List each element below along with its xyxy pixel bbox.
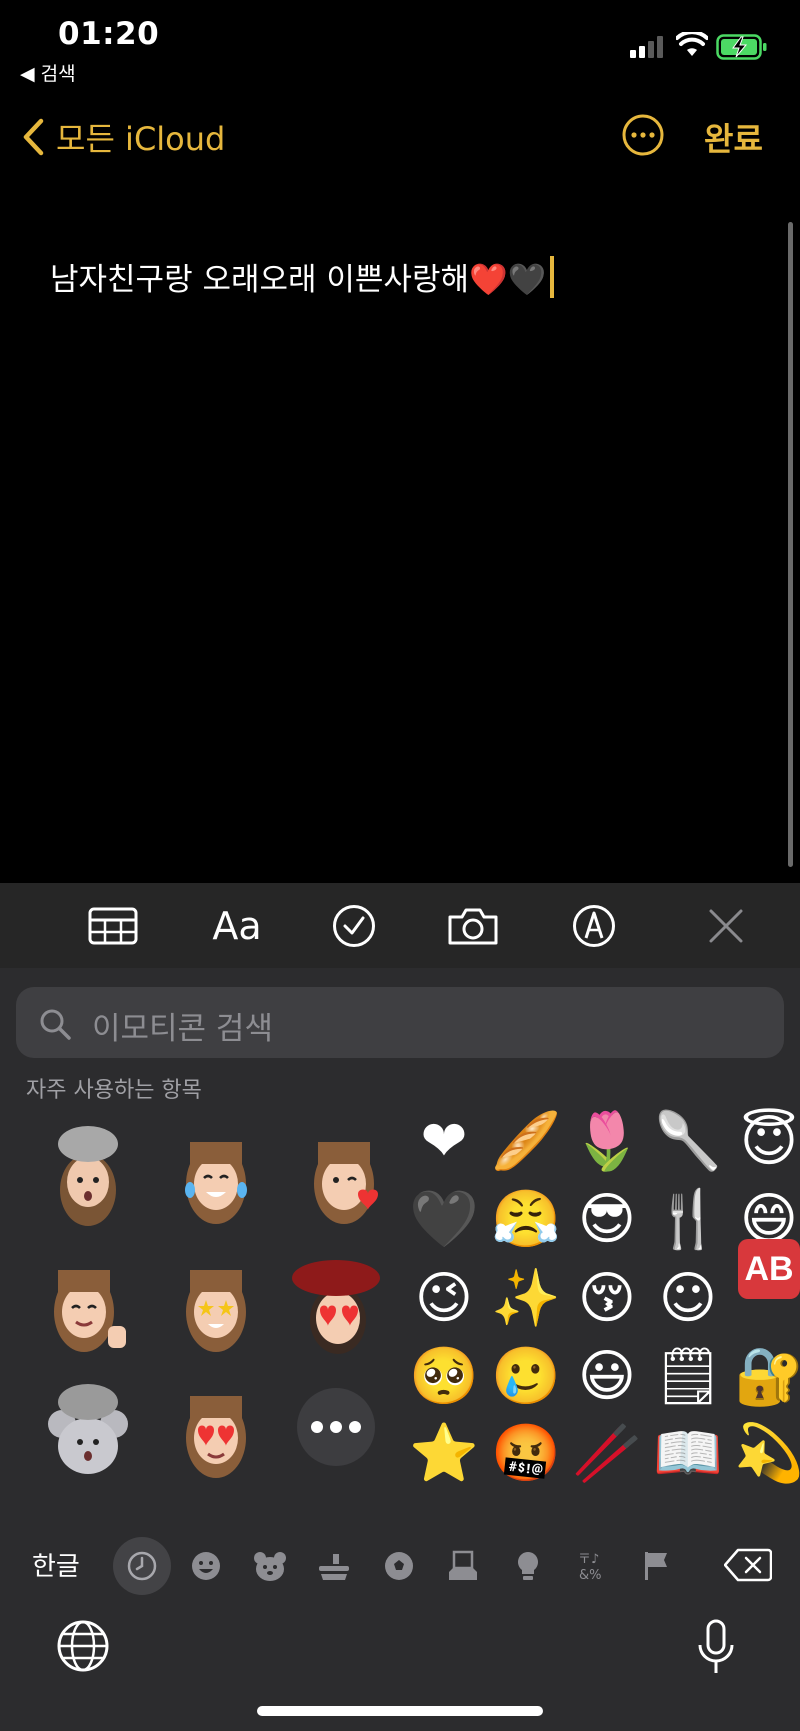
note-text: 남자친구랑 오래오래 이쁜사랑해❤️🖤 bbox=[50, 262, 547, 298]
emoji-open-book[interactable]: 📖 bbox=[651, 1422, 725, 1486]
camera-icon bbox=[448, 908, 498, 945]
done-button[interactable]: 완료 bbox=[704, 114, 763, 160]
memoji-tears-of-joy[interactable] bbox=[168, 1120, 264, 1230]
emoji-fork-knife[interactable]: 🍴 bbox=[651, 1188, 725, 1252]
emoji-spoon[interactable]: 🥄 bbox=[651, 1110, 725, 1174]
backspace-icon[interactable] bbox=[724, 1548, 772, 1582]
markup-button[interactable] bbox=[572, 905, 616, 947]
building-icon bbox=[449, 1550, 477, 1580]
microphone-icon[interactable] bbox=[696, 1619, 736, 1677]
bear-icon bbox=[254, 1552, 286, 1581]
emoji-smiling-tear[interactable]: 🥲 bbox=[489, 1345, 563, 1409]
battery-charging-icon bbox=[716, 34, 767, 60]
status-bar: 01:20 ◀ 검색 bbox=[0, 0, 800, 90]
smiley-icon bbox=[192, 1552, 220, 1580]
scrollbar[interactable] bbox=[788, 222, 793, 867]
category-recent[interactable] bbox=[113, 1537, 171, 1595]
memoji-wink-kiss[interactable] bbox=[296, 1120, 392, 1230]
emoji-category-bar: 한글 〒♪ &% bbox=[0, 1528, 800, 1598]
emoji-wink[interactable]: 😉 bbox=[407, 1267, 481, 1331]
emoji-dizzy[interactable]: 💫 bbox=[732, 1422, 800, 1486]
ball-icon bbox=[385, 1552, 413, 1580]
emoji-steam-face[interactable]: 😤 bbox=[489, 1188, 563, 1252]
close-icon bbox=[709, 909, 743, 943]
memoji-mouse-exploding-head[interactable] bbox=[40, 1374, 136, 1484]
category-smileys[interactable] bbox=[180, 1540, 232, 1592]
emoji-kissing-closed-eyes[interactable]: 😚 bbox=[570, 1267, 644, 1331]
back-to-app-link[interactable]: ◀ 검색 bbox=[20, 59, 76, 86]
dot bbox=[330, 1421, 342, 1433]
close-toolbar-button[interactable] bbox=[708, 905, 744, 947]
svg-text:〒♪: 〒♪ bbox=[578, 1552, 599, 1567]
clock-icon bbox=[127, 1551, 157, 1581]
symbols-icon: 〒♪ &% bbox=[578, 1552, 602, 1583]
emoji-smiling[interactable]: ☺ bbox=[651, 1267, 725, 1331]
category-activity[interactable] bbox=[373, 1540, 425, 1592]
emoji-baguette[interactable]: 🥖 bbox=[489, 1110, 563, 1174]
emoji-star[interactable]: ⭐ bbox=[407, 1422, 481, 1486]
category-travel[interactable] bbox=[437, 1540, 489, 1592]
signal-icon bbox=[630, 36, 666, 58]
emoji-red-heart[interactable]: ❤ bbox=[407, 1110, 481, 1174]
pen-markup-icon bbox=[573, 905, 615, 947]
emoji-ab-blood-type[interactable]: AB bbox=[738, 1239, 800, 1299]
back-button-label: 모든 iCloud bbox=[56, 120, 226, 158]
emoji-sparkles[interactable]: ✨ bbox=[489, 1267, 563, 1331]
emoji-lock-with-key[interactable]: 🔐 bbox=[732, 1345, 800, 1409]
globe-icon[interactable] bbox=[56, 1619, 110, 1673]
memoji-star-struck[interactable] bbox=[168, 1248, 264, 1358]
lightbulb-icon bbox=[518, 1552, 538, 1580]
dot bbox=[311, 1421, 323, 1433]
checklist-icon bbox=[333, 905, 375, 947]
wifi-icon bbox=[676, 32, 708, 56]
emoji-grinning[interactable]: 😃 bbox=[570, 1345, 644, 1409]
emoji-sunglasses[interactable]: 😎 bbox=[570, 1188, 644, 1252]
note-body[interactable]: 남자친구랑 오래오래 이쁜사랑해❤️🖤 bbox=[50, 254, 555, 299]
emoji-chopsticks[interactable]: 🥢 bbox=[570, 1422, 644, 1486]
format-text-label: Aa bbox=[212, 904, 262, 948]
navigation-bar: 모든 iCloud 완료 bbox=[0, 100, 800, 170]
memoji-exploding-head[interactable] bbox=[40, 1120, 136, 1230]
home-indicator[interactable] bbox=[257, 1706, 543, 1716]
checklist-button[interactable] bbox=[332, 905, 376, 947]
emoji-keyboard: 이모티콘 검색 자주 사용하는 항목 ❤ 🥖 🌷 🥄 😇 🖤 😤 😎 🍴 😄 😉… bbox=[0, 968, 800, 1731]
memoji-heart-eyes[interactable] bbox=[168, 1374, 264, 1484]
back-button[interactable]: 모든 iCloud bbox=[22, 114, 225, 160]
chevron-left-icon bbox=[23, 118, 44, 156]
category-animals[interactable] bbox=[244, 1540, 296, 1592]
frequently-used-title: 자주 사용하는 항목 bbox=[26, 1078, 202, 1103]
emoji-tulip[interactable]: 🌷 bbox=[570, 1110, 644, 1174]
food-icon bbox=[319, 1554, 349, 1580]
formatting-toolbar: Aa bbox=[0, 883, 800, 968]
format-text-button[interactable]: Aa bbox=[208, 904, 266, 948]
text-cursor bbox=[550, 255, 555, 298]
category-symbols[interactable]: 〒♪ &% bbox=[566, 1540, 618, 1592]
memoji-beret-heart-eyes[interactable] bbox=[290, 1248, 386, 1358]
more-memoji-button[interactable] bbox=[297, 1388, 375, 1466]
emoji-halo-face[interactable]: 😇 bbox=[732, 1110, 800, 1174]
category-food[interactable] bbox=[308, 1540, 360, 1592]
more-options-icon[interactable] bbox=[622, 114, 664, 156]
table-icon bbox=[88, 907, 138, 945]
flag-icon bbox=[645, 1552, 667, 1580]
status-time: 01:20 bbox=[58, 16, 160, 52]
svg-text:&%: &% bbox=[579, 1568, 602, 1583]
emoji-black-heart[interactable]: 🖤 bbox=[407, 1188, 481, 1252]
dot bbox=[349, 1421, 361, 1433]
emoji-pleading[interactable]: 🥺 bbox=[407, 1345, 481, 1409]
emoji-search-field[interactable]: 이모티콘 검색 bbox=[16, 987, 784, 1058]
category-flags[interactable] bbox=[630, 1540, 682, 1592]
search-icon bbox=[40, 1009, 71, 1040]
emoji-spiral-notepad[interactable]: 🗒 bbox=[651, 1345, 725, 1409]
korean-keyboard-button[interactable]: 한글 bbox=[32, 1546, 80, 1583]
camera-button[interactable] bbox=[447, 905, 499, 947]
memoji-thumbs-up[interactable] bbox=[40, 1248, 136, 1358]
emoji-search-placeholder: 이모티콘 검색 bbox=[92, 1011, 273, 1047]
category-objects[interactable] bbox=[502, 1540, 554, 1592]
emoji-cursing-face[interactable]: 🤬 bbox=[489, 1422, 563, 1486]
table-button[interactable] bbox=[88, 905, 138, 947]
